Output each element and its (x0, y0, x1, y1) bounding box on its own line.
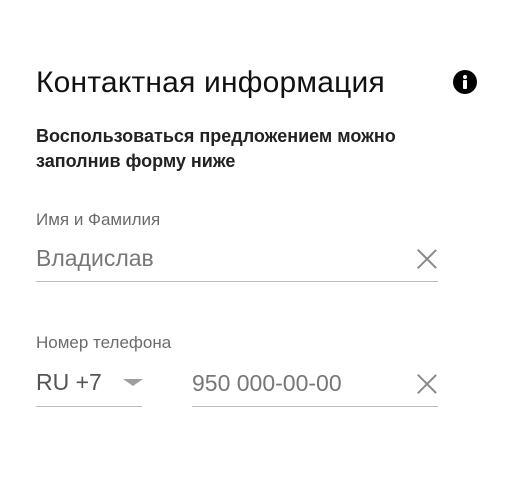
form-title: Контактная информация (36, 66, 385, 99)
phone-field-label: Номер телефона (36, 333, 172, 352)
phone-input[interactable] (192, 361, 438, 405)
form-subtitle: Воспользоваться предложением можно запол… (36, 126, 396, 171)
country-code-select[interactable]: RU +7 (36, 361, 143, 407)
name-input[interactable] (36, 236, 438, 280)
name-field-label: Имя и Фамилия (36, 210, 161, 229)
chevron-down-icon[interactable] (123, 379, 143, 386)
clear-name-icon[interactable] (416, 248, 438, 270)
info-icon[interactable] (453, 70, 477, 94)
country-code-value: RU +7 (36, 369, 102, 395)
clear-phone-icon[interactable] (416, 373, 438, 395)
name-field (36, 236, 438, 282)
phone-field (192, 361, 438, 407)
